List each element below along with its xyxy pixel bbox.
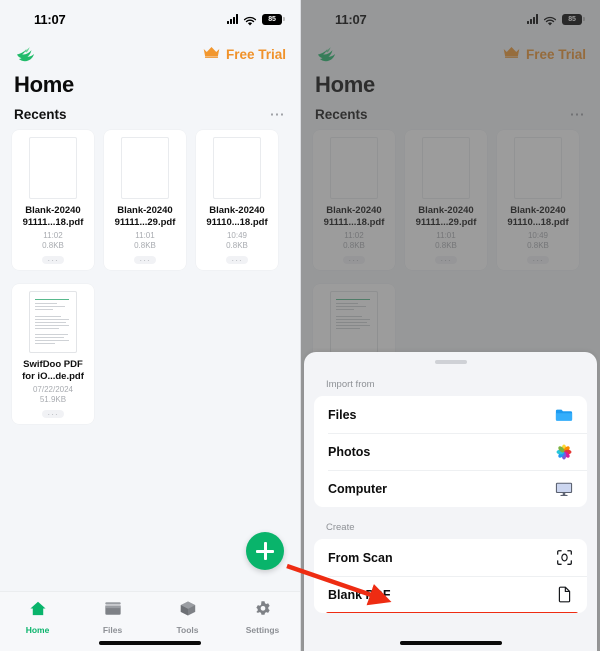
recents-grid: Blank-2024091111...18.pdf 11:020.8KB ···…: [0, 128, 300, 424]
sheet-item-label: Blank PDF: [328, 587, 391, 602]
tab-files[interactable]: Files: [75, 600, 150, 635]
file-name: Blank-2024091110...18.pdf: [206, 205, 268, 228]
ellipsis-icon[interactable]: ⋯: [270, 107, 287, 122]
scan-icon: [555, 549, 573, 567]
create-options-group: From Scan Blank PDF: [314, 539, 587, 613]
tab-tools[interactable]: Tools: [150, 600, 225, 635]
tab-settings[interactable]: Settings: [225, 600, 300, 635]
file-more-icon[interactable]: ···: [42, 255, 64, 264]
blue-folder-icon: [555, 406, 573, 424]
folder-icon: [104, 600, 122, 622]
blank-document-icon: [555, 586, 573, 604]
cube-icon: [179, 600, 197, 622]
file-meta: 11:020.8KB: [42, 231, 64, 250]
monitor-icon: [555, 480, 573, 498]
screenshot-stage: 11:07 85 Free Trial Home Recents ⋯ Blank…: [0, 0, 600, 651]
left-phone-screen: 11:07 85 Free Trial Home Recents ⋯ Blank…: [0, 0, 300, 651]
file-name: Blank-2024091111...18.pdf: [22, 205, 84, 228]
status-bar: 11:07 85: [0, 0, 300, 34]
wifi-icon: [243, 14, 257, 26]
recents-section-header: Recents ⋯: [0, 98, 300, 128]
file-more-icon[interactable]: ···: [226, 255, 248, 264]
app-header: Free Trial: [0, 34, 300, 70]
sheet-item-blank-pdf[interactable]: Blank PDF: [314, 576, 587, 613]
bottom-tab-bar: Home Files Tools Settings: [0, 591, 300, 651]
status-indicators: 85: [227, 13, 285, 26]
import-create-bottom-sheet: Import from Files Photos Computer Create…: [304, 352, 597, 651]
file-name: SwifDoo PDFfor iO...de.pdf: [22, 359, 84, 382]
crown-icon: [202, 45, 221, 64]
tab-tools-label: Tools: [176, 625, 199, 635]
home-icon: [29, 600, 47, 622]
file-thumbnail-blank: [29, 137, 77, 199]
sheet-item-label: Computer: [328, 481, 388, 496]
sheet-item-label: Photos: [328, 444, 371, 459]
home-indicator: [99, 641, 201, 645]
cellular-bars-icon: [227, 14, 238, 24]
tab-files-label: Files: [102, 625, 123, 635]
tab-home-label: Home: [25, 625, 50, 635]
file-meta: 07/22/202451.9KB: [32, 385, 74, 404]
list-item[interactable]: Blank-2024091111...18.pdf 11:020.8KB ···: [12, 130, 94, 270]
gear-icon: [254, 600, 272, 622]
list-item[interactable]: Blank-2024091111...29.pdf 11:010.8KB ···: [104, 130, 186, 270]
swifdoo-bird-logo: [14, 43, 40, 65]
right-phone-screen: 11:07 85 Free Trial: [300, 0, 600, 651]
file-thumbnail-blank: [213, 137, 261, 199]
list-item[interactable]: Blank-2024091110...18.pdf 10:490.8KB ···: [196, 130, 278, 270]
sheet-item-label: From Scan: [328, 550, 393, 565]
recents-title: Recents: [14, 107, 67, 122]
page-title: Home: [14, 72, 74, 97]
sheet-item-computer[interactable]: Computer: [314, 470, 587, 507]
home-indicator: [399, 641, 502, 645]
tab-settings-label: Settings: [245, 625, 280, 635]
free-trial-button[interactable]: Free Trial: [202, 45, 286, 64]
photos-flower-icon: [555, 443, 573, 461]
free-trial-label: Free Trial: [225, 46, 286, 62]
file-meta: 10:490.8KB: [226, 231, 248, 250]
import-from-label: Import from: [326, 379, 375, 390]
list-item[interactable]: SwifDoo PDFfor iO...de.pdf 07/22/202451.…: [12, 284, 94, 424]
file-thumbnail-blank: [121, 137, 169, 199]
import-options-group: Files Photos Computer: [314, 396, 587, 507]
create-label: Create: [326, 522, 355, 533]
sheet-item-from-scan[interactable]: From Scan: [314, 539, 587, 576]
status-time: 11:07: [34, 11, 66, 27]
sheet-item-photos[interactable]: Photos: [314, 433, 587, 470]
file-more-icon[interactable]: ···: [134, 255, 156, 264]
battery-icon: 85: [262, 13, 285, 25]
tab-home[interactable]: Home: [0, 600, 75, 635]
file-thumbnail-swifdoo: [29, 291, 77, 353]
file-more-icon[interactable]: ···: [42, 409, 64, 418]
sheet-item-files[interactable]: Files: [314, 396, 587, 433]
battery-level: 85: [268, 15, 276, 23]
plus-icon: [256, 542, 274, 560]
file-name: Blank-2024091111...29.pdf: [114, 205, 176, 228]
sheet-item-label: Files: [328, 407, 357, 422]
add-document-fab[interactable]: [246, 532, 284, 570]
file-meta: 11:010.8KB: [134, 231, 156, 250]
